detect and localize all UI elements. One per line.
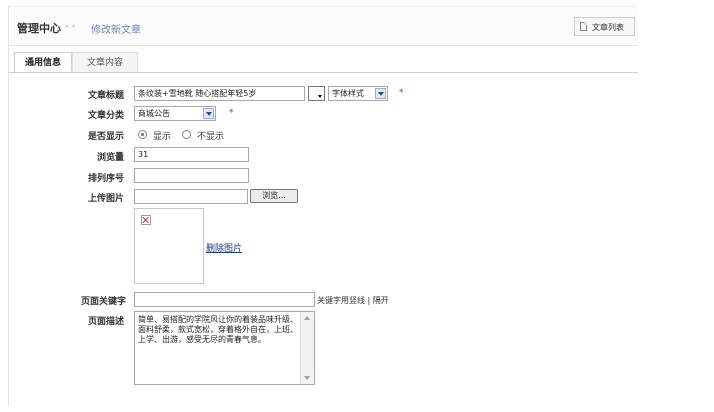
font-style-value: 字体样式 bbox=[332, 89, 364, 98]
category-select[interactable]: 商城公告 bbox=[134, 106, 216, 121]
keywords-input[interactable] bbox=[134, 292, 315, 307]
required-mark-category: * bbox=[229, 108, 234, 118]
category-label: 文章分类 bbox=[87, 111, 124, 121]
tab-general-info[interactable]: 通用信息 bbox=[14, 52, 72, 72]
description-text: 简单、易搭配的学院风让你的着装品味升级、面料舒柔，款式宽松，穿着格外自在，上班、… bbox=[138, 315, 298, 344]
sort-label: 排列序号 bbox=[87, 174, 124, 184]
show-label: 是否显示 bbox=[87, 132, 124, 142]
font-style-select[interactable]: 字体样式 bbox=[328, 86, 388, 101]
image-preview bbox=[134, 208, 204, 284]
chevron-down-icon bbox=[375, 88, 386, 99]
page-title: 管理中心 bbox=[17, 22, 61, 35]
required-mark-title: * bbox=[399, 88, 404, 98]
document-icon bbox=[580, 22, 587, 31]
color-picker-button[interactable] bbox=[308, 86, 325, 101]
article-list-button[interactable]: 文章列表 bbox=[574, 17, 635, 36]
chevron-down-icon bbox=[203, 108, 214, 119]
title-input[interactable]: 条纹装+雪地靴 随心搭配年轻5岁 bbox=[134, 86, 305, 101]
radio-hide[interactable] bbox=[182, 130, 191, 139]
page-subtitle: 修改新文章 bbox=[91, 25, 141, 36]
delete-image-link[interactable]: 删除图片 bbox=[206, 241, 242, 254]
sort-input[interactable] bbox=[134, 168, 249, 183]
upload-path-input[interactable] bbox=[134, 189, 248, 204]
article-list-label: 文章列表 bbox=[592, 23, 624, 32]
tab-bar: 通用信息 文章内容 bbox=[9, 52, 638, 73]
radio-show[interactable] bbox=[138, 130, 147, 139]
radio-show-label: 显示 bbox=[153, 132, 172, 142]
browse-button[interactable]: 浏览... bbox=[250, 189, 298, 203]
category-value: 商城公告 bbox=[138, 109, 170, 118]
radio-hide-label: 不显示 bbox=[197, 132, 225, 142]
title-label: 文章标题 bbox=[87, 91, 124, 101]
page-header: 管理中心 - - 修改新文章 文章列表 bbox=[9, 6, 638, 46]
broken-image-icon bbox=[141, 215, 151, 225]
description-label: 页面描述 bbox=[87, 317, 124, 327]
scroll-up-icon[interactable] bbox=[304, 316, 310, 320]
views-label: 浏览量 bbox=[96, 153, 124, 163]
upload-label: 上传图片 bbox=[87, 194, 124, 204]
keywords-hint: 关键字用竖线 | 隔开 bbox=[317, 296, 389, 305]
description-textarea[interactable]: 简单、易搭配的学院风让你的着装品味升级、面料舒柔，款式宽松，穿着格外自在，上班、… bbox=[134, 311, 315, 385]
views-input[interactable]: 31 bbox=[134, 147, 249, 162]
keywords-label: 页面关键字 bbox=[80, 297, 126, 307]
scroll-down-icon[interactable] bbox=[304, 376, 310, 380]
title-separator: - - bbox=[65, 21, 76, 32]
textarea-scrollbar[interactable] bbox=[300, 312, 314, 384]
tab-article-content[interactable]: 文章内容 bbox=[72, 52, 138, 72]
